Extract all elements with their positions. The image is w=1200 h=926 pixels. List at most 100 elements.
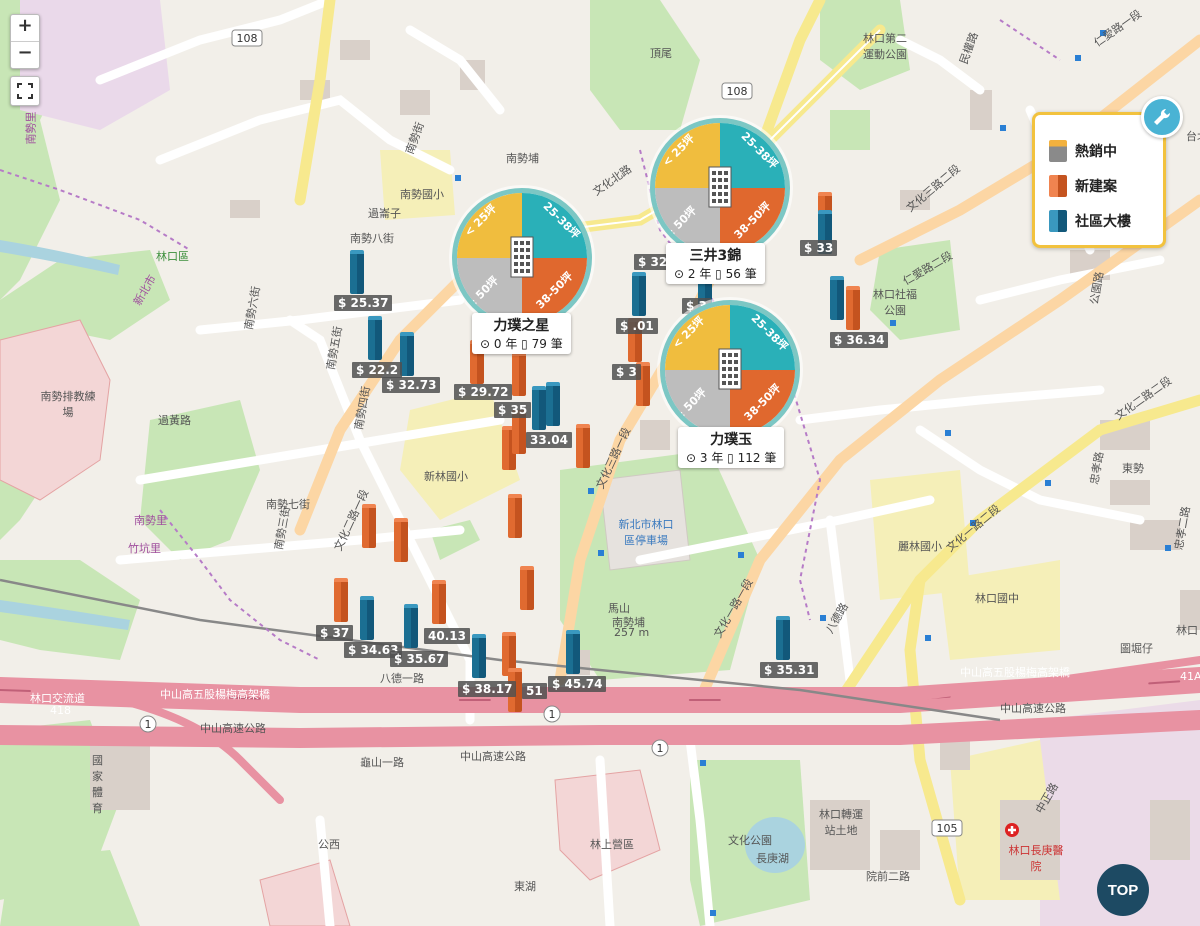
fullscreen-icon <box>17 83 33 99</box>
settings-button[interactable] <box>1141 96 1183 138</box>
community-building-marker[interactable] <box>368 316 382 360</box>
zoom-out-button[interactable]: − <box>11 41 39 68</box>
place-label: 林上營區 <box>590 838 634 851</box>
community-building-marker[interactable] <box>404 604 418 648</box>
road-label: 41A <box>1180 670 1200 683</box>
place-label: 國家體育 <box>92 754 103 815</box>
legend-label: 社區大樓 <box>1075 214 1131 230</box>
svg-text:1: 1 <box>549 708 556 721</box>
svg-text:1: 1 <box>145 718 152 731</box>
community-building-marker[interactable] <box>776 616 790 660</box>
legend-label: 新建案 <box>1075 179 1117 195</box>
price-tag[interactable]: $ 32.73 <box>382 377 441 393</box>
price-tag[interactable]: $ 35.31 <box>760 662 819 678</box>
place-label: 過崙子 <box>368 207 401 220</box>
price-tag[interactable]: 33.04 <box>526 432 572 448</box>
place-label: 南勢里 <box>134 514 167 527</box>
map-canvas[interactable]: 108 108 105 1 1 1 <box>0 0 1200 926</box>
community-building-marker[interactable] <box>566 630 580 674</box>
new-project-marker[interactable] <box>362 504 376 548</box>
community-building-marker[interactable] <box>532 386 546 430</box>
legend-item-new[interactable]: 新建案 <box>1049 174 1117 198</box>
cluster-count: 79 <box>531 337 547 351</box>
svg-text:108: 108 <box>237 32 258 45</box>
hot-sale-icon <box>1049 140 1067 162</box>
new-project-marker[interactable] <box>520 566 534 610</box>
community-building-marker[interactable] <box>360 596 374 640</box>
price-tag[interactable]: $ 25.37 <box>334 295 393 311</box>
place-label: 麗林國小 <box>898 540 942 553</box>
place-label: 新北市林口區停車場 <box>618 518 674 547</box>
legend-item-community[interactable]: 社區大樓 <box>1049 209 1131 233</box>
price-tag[interactable]: 40.13 <box>424 628 470 644</box>
legend-item-hot[interactable]: 熱銷中 <box>1049 139 1117 163</box>
road-label: 龜山一路 <box>360 756 404 769</box>
new-project-marker[interactable] <box>512 352 526 396</box>
community-building-marker[interactable] <box>546 382 560 426</box>
cluster-label[interactable]: 力璞玉 ⊙ 3 年 ▯ 112 筆 <box>678 427 785 468</box>
place-label: 東勢 <box>1122 462 1144 475</box>
price-tag[interactable]: $ 22.2 <box>352 362 403 378</box>
new-project-marker[interactable] <box>846 286 860 330</box>
place-label: 台北 <box>1186 130 1200 143</box>
building-icon <box>510 236 534 278</box>
place-label: 林口 <box>1176 624 1198 637</box>
price-tag[interactable]: $ .01 <box>616 318 658 334</box>
cluster-label[interactable]: 三井3錦 ⊙ 2 年 ▯ 56 筆 <box>666 243 765 284</box>
community-building-marker[interactable] <box>472 634 486 678</box>
cluster-count-unit: 筆 <box>550 337 563 351</box>
price-tag[interactable]: $ 45.74 <box>548 676 607 692</box>
project-cluster-liputa-star[interactable]: < 25坪 25-38坪 ≥ 50坪 38-50坪 <box>452 188 592 328</box>
place-label: 林口社福公園 <box>873 288 917 317</box>
place-label: 林口國中 <box>975 592 1019 605</box>
community-building-marker[interactable] <box>632 272 646 316</box>
price-tag[interactable]: $ 33 <box>800 240 838 256</box>
community-building-marker[interactable] <box>830 276 844 320</box>
svg-text:108: 108 <box>727 85 748 98</box>
place-label: 南勢國小 <box>400 188 444 201</box>
price-tag[interactable]: $ 38.17 <box>458 681 517 697</box>
road-label: 公西 <box>318 838 340 851</box>
place-label: 東湖 <box>514 880 536 893</box>
price-tag[interactable]: $ 29.72 <box>454 384 513 400</box>
place-label: 圖堀仔 <box>1120 642 1153 655</box>
new-project-marker[interactable] <box>334 578 348 622</box>
price-tag[interactable]: $ 3 <box>612 364 641 380</box>
cluster-pie: < 25坪 25-38坪≥ 50坪 38-50坪 <box>457 193 587 323</box>
road-label: 中山高速公路 <box>1000 702 1066 715</box>
cluster-label[interactable]: 力璞之星 ⊙ 0 年 ▯ 79 筆 <box>472 313 571 354</box>
price-tag[interactable]: $ 35.67 <box>390 651 449 667</box>
building-icon <box>718 348 742 390</box>
place-label: 頂尾 <box>650 47 672 60</box>
price-tag[interactable]: 51 <box>522 683 547 699</box>
cluster-year-unit: 年 <box>711 451 724 465</box>
place-label: 南勢排教練場 <box>40 390 96 419</box>
fullscreen-button[interactable] <box>10 76 40 106</box>
community-building-marker[interactable] <box>350 250 364 294</box>
price-tag[interactable]: $ 35 <box>494 402 532 418</box>
project-cluster-liputa-jade[interactable]: < 25坪 25-38坪 ≥ 50坪 38-50坪 <box>660 300 800 440</box>
road-label: 中山高五股楊梅高架橋 <box>960 666 1070 679</box>
svg-text:105: 105 <box>937 822 958 835</box>
price-tag[interactable]: $ 36.34 <box>830 332 889 348</box>
cluster-years: 3 <box>699 451 708 465</box>
building-icon <box>708 166 732 208</box>
price-tag[interactable]: $ 37 <box>316 625 354 641</box>
community-building-marker[interactable] <box>400 332 414 376</box>
road-label: 南勢七街 <box>266 498 310 511</box>
new-project-marker[interactable] <box>508 494 522 538</box>
scroll-top-button[interactable]: TOP <box>1097 864 1149 916</box>
zoom-in-button[interactable]: + <box>11 15 39 41</box>
cluster-years: 2 <box>687 267 696 281</box>
legend-label: 熱銷中 <box>1075 144 1117 160</box>
new-project-marker[interactable] <box>576 424 590 468</box>
scale-label: 257 m <box>614 626 650 639</box>
cluster-pie: < 25坪 25-38坪≥ 50坪 38-50坪 <box>665 305 795 435</box>
road-label: 八德一路 <box>380 672 424 685</box>
cluster-meta: ⊙ 3 年 ▯ 112 筆 <box>686 451 777 465</box>
new-project-marker[interactable] <box>394 518 408 562</box>
project-cluster-mitsui[interactable]: < 25坪 25-38坪 ≥ 50坪 38-50坪 <box>650 118 790 258</box>
cluster-year-unit: 年 <box>699 267 712 281</box>
cluster-year-unit: 年 <box>505 337 518 351</box>
new-project-marker[interactable] <box>432 580 446 624</box>
